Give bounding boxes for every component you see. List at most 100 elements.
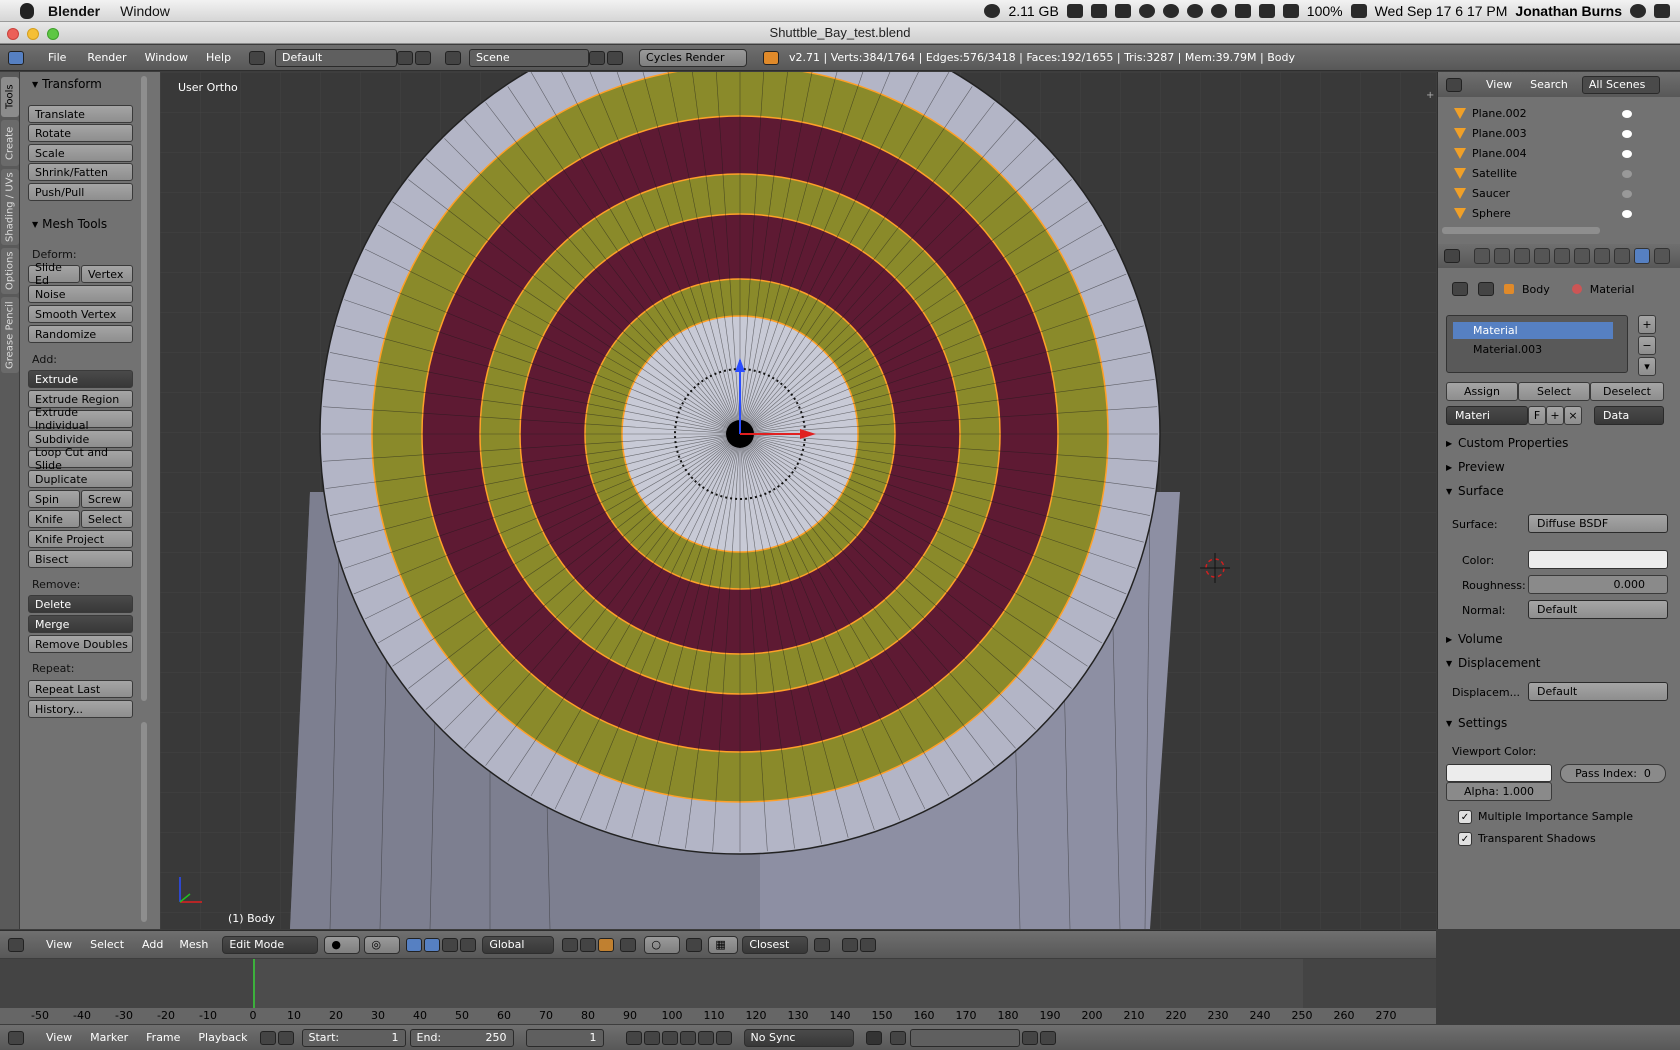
notification-center-icon[interactable] [1654, 3, 1670, 18]
knife-select-button[interactable]: Select [81, 510, 133, 528]
insert-keyframe-icon[interactable] [1021, 1030, 1038, 1045]
info-editor-icon[interactable] [8, 50, 24, 65]
constraints-tab-icon[interactable] [1574, 248, 1590, 264]
keying-set-icon[interactable] [889, 1030, 906, 1045]
timeline-view-menu[interactable]: View [46, 1031, 72, 1044]
viewport-color-swatch[interactable] [1446, 764, 1552, 782]
preview-range-icon[interactable] [259, 1030, 276, 1045]
clock[interactable]: Wed Sep 17 6 17 PM [1375, 3, 1508, 19]
screw-button[interactable]: Screw [81, 490, 133, 508]
3d-viewport[interactable]: User Ortho (1) Body + [160, 72, 1436, 929]
timeline-area[interactable] [0, 959, 1436, 1008]
object-tab-icon[interactable] [1554, 248, 1570, 264]
play-icon[interactable] [679, 1030, 696, 1045]
add-scene-icon[interactable] [589, 50, 606, 65]
viewport-plus-icon[interactable]: + [1426, 90, 1434, 101]
scale-manipulator-icon[interactable] [460, 937, 477, 952]
zoom-icon[interactable] [47, 28, 59, 40]
link-dropdown[interactable]: Data [1594, 406, 1664, 425]
chat-icon[interactable] [1186, 3, 1203, 18]
loop-cut-button[interactable]: Loop Cut and Slide [28, 446, 133, 472]
push-pull-button[interactable]: Push/Pull [28, 183, 133, 201]
smooth-vertex-button[interactable]: Smooth Vertex [28, 305, 133, 323]
eye-icon[interactable] [1622, 129, 1632, 138]
battery-icon[interactable] [1350, 3, 1367, 18]
cloud-icon[interactable] [1090, 3, 1107, 18]
close-icon[interactable] [7, 28, 19, 40]
displacement-panel[interactable]: ▼ Displacement [1446, 656, 1541, 670]
render-layers-tab-icon[interactable] [1494, 248, 1510, 264]
assign-button[interactable]: Assign [1446, 382, 1518, 401]
eye-hidden-icon[interactable] [1622, 189, 1632, 198]
volume-icon[interactable] [1282, 3, 1299, 18]
extrude-individual-button[interactable]: Extrude Individual [28, 406, 133, 432]
keying-set-field[interactable] [909, 1028, 1020, 1047]
remove-slot-icon[interactable]: − [1638, 336, 1656, 355]
tab-tools[interactable]: Tools [1, 77, 19, 117]
spotlight-icon[interactable] [1630, 3, 1646, 18]
eye-icon[interactable] [1622, 109, 1632, 118]
mesh-render[interactable] [160, 72, 1436, 929]
notification-icon[interactable] [1162, 3, 1179, 18]
help-menu[interactable]: Help [206, 51, 231, 64]
outliner-item-plane-003[interactable]: Plane.003 [1454, 124, 1644, 143]
translate-button[interactable]: Translate [28, 105, 133, 123]
wifi-icon[interactable] [1258, 3, 1275, 18]
proportional-edit-dropdown[interactable]: ○ [644, 935, 681, 954]
snap-element-dropdown[interactable]: ▦ [708, 935, 739, 954]
app-tray-icon[interactable] [1114, 3, 1131, 18]
bluetooth-icon[interactable] [1234, 3, 1251, 18]
shading-dropdown[interactable]: ● [324, 935, 361, 954]
outliner-item-satellite[interactable]: Satellite [1454, 164, 1644, 183]
manipulator-toggle-icon[interactable] [406, 937, 423, 952]
material-tab-icon[interactable] [1634, 248, 1650, 264]
tool-shelf-scroll-lower[interactable] [141, 722, 147, 922]
layout-icon[interactable] [249, 50, 266, 65]
view-menu[interactable]: View [46, 938, 72, 951]
transparent-shadows-checkbox[interactable]: ✓ [1458, 832, 1472, 846]
tool-shelf-scrollbar[interactable] [140, 72, 148, 932]
user-name[interactable]: Jonathan Burns [1515, 3, 1622, 19]
volume-panel[interactable]: ▶ Volume [1446, 632, 1503, 646]
window-menu[interactable]: Window [120, 3, 170, 19]
data-tab-icon[interactable] [1614, 248, 1630, 264]
bisect-button[interactable]: Bisect [28, 550, 133, 568]
preview-panel[interactable]: ▶ Preview [1446, 460, 1505, 474]
material-slot-list[interactable]: Material Material.003 [1446, 315, 1628, 373]
snap-target-dropdown[interactable]: Closest [742, 935, 809, 954]
add-slot-icon[interactable]: + [1638, 315, 1656, 334]
vertex-slide-button[interactable]: Vertex [81, 265, 133, 283]
merge-dropdown[interactable]: Merge [28, 615, 133, 633]
pass-index-field[interactable]: Pass Index: 0 [1560, 764, 1666, 783]
color-swatch[interactable] [1528, 550, 1668, 569]
add-layout-icon[interactable] [397, 50, 414, 65]
sync-dropdown[interactable]: No Sync [743, 1028, 854, 1047]
tool-shelf-scroll-thumb[interactable] [141, 76, 147, 701]
scale-button[interactable]: Scale [28, 144, 133, 162]
remove-layout-icon[interactable] [415, 50, 432, 65]
tab-grease-pencil[interactable]: Grease Pencil [1, 297, 19, 373]
rotate-manipulator-icon[interactable] [442, 937, 459, 952]
unlink-material-icon[interactable]: × [1564, 406, 1582, 425]
settings-panel[interactable]: ▼ Settings [1446, 716, 1507, 730]
material-datablock[interactable]: Materi [1446, 406, 1528, 425]
normal-dropdown[interactable]: Default [1528, 600, 1668, 619]
render-engine-dropdown[interactable]: Cycles Render [639, 48, 748, 67]
playback-menu[interactable]: Playback [198, 1031, 247, 1044]
repeat-last-button[interactable]: Repeat Last [28, 680, 133, 698]
remove-doubles-button[interactable]: Remove Doubles [28, 635, 133, 653]
3d-editor-icon[interactable] [8, 937, 24, 952]
spin-button[interactable]: Spin [28, 490, 80, 508]
eye-hidden-icon[interactable] [1622, 169, 1632, 178]
outliner-item-plane-002[interactable]: Plane.002 [1454, 104, 1644, 123]
slide-edge-button[interactable]: Slide Ed [28, 261, 80, 287]
start-frame-field[interactable]: Start: 1 [301, 1028, 406, 1047]
tray-icon[interactable] [1138, 3, 1155, 18]
transform-panel-header[interactable]: Transform [24, 74, 102, 94]
extrude-dropdown[interactable]: Extrude [28, 370, 133, 388]
mode-dropdown[interactable]: Edit Mode [222, 935, 319, 954]
duplicate-button[interactable]: Duplicate [28, 470, 133, 488]
knife-button[interactable]: Knife [28, 510, 80, 528]
end-frame-field[interactable]: End: 250 [409, 1028, 514, 1047]
outliner-search-menu[interactable]: Search [1530, 78, 1568, 91]
